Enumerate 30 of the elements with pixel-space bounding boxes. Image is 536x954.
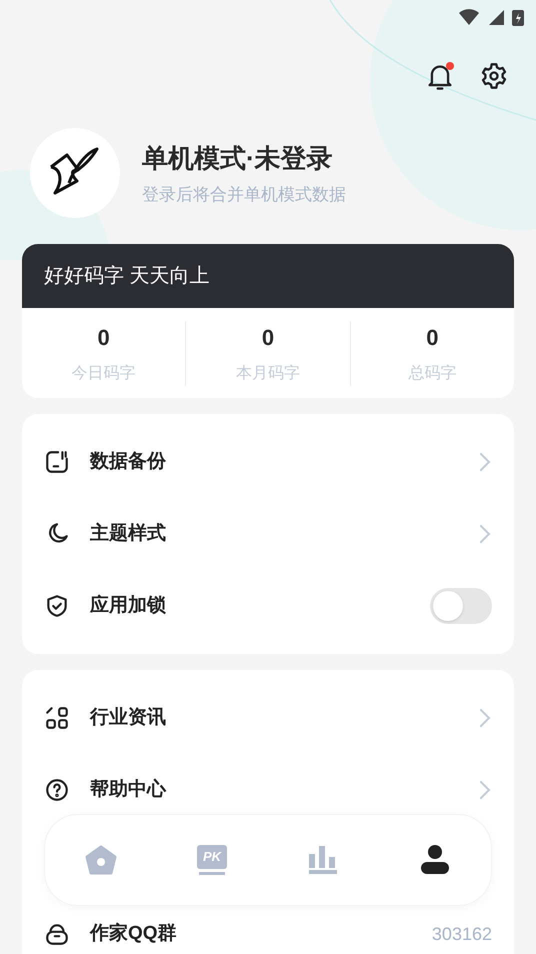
stat-label: 总码字 — [408, 364, 456, 384]
menu-label[interactable]: 作家QQ群 — [90, 920, 177, 948]
menu-label[interactable]: 帮助中心 — [90, 776, 166, 804]
stat-value: 0 — [426, 324, 438, 352]
stat-value: 0 — [262, 324, 274, 352]
menu-label[interactable]: 数据备份 — [90, 448, 166, 476]
stat-label: 今日码字 — [72, 364, 136, 384]
toggle-switch[interactable] — [430, 588, 492, 624]
person-icon[interactable] — [419, 844, 451, 876]
wifi-icon — [458, 8, 480, 26]
chevron-icon — [478, 707, 492, 729]
menu-label[interactable]: 应用加锁 — [90, 592, 166, 620]
chevron-icon — [478, 523, 492, 545]
battery-icon — [512, 8, 524, 26]
profile-name: 单机模式·未登录 — [142, 142, 334, 175]
settings-icon[interactable] — [480, 62, 508, 90]
stat-label: 本月码字 — [236, 364, 300, 384]
grid-icon — [44, 705, 70, 731]
profile-subtitle: 登录后将合并单机模式数据 — [142, 184, 346, 206]
signal-icon — [488, 9, 504, 25]
qq-group-number: 303162 — [432, 922, 492, 946]
backup-icon — [44, 449, 70, 475]
help-icon — [44, 777, 70, 803]
notification-button[interactable] — [426, 62, 454, 92]
menu-label[interactable]: 主题样式 — [90, 520, 166, 548]
slogan-banner: 好好码字 天天向上 — [22, 244, 514, 308]
chevron-icon — [478, 779, 492, 801]
chevron-icon — [478, 451, 492, 473]
stat-value: 0 — [98, 324, 110, 352]
menu-label[interactable]: 行业资讯 — [90, 704, 166, 732]
